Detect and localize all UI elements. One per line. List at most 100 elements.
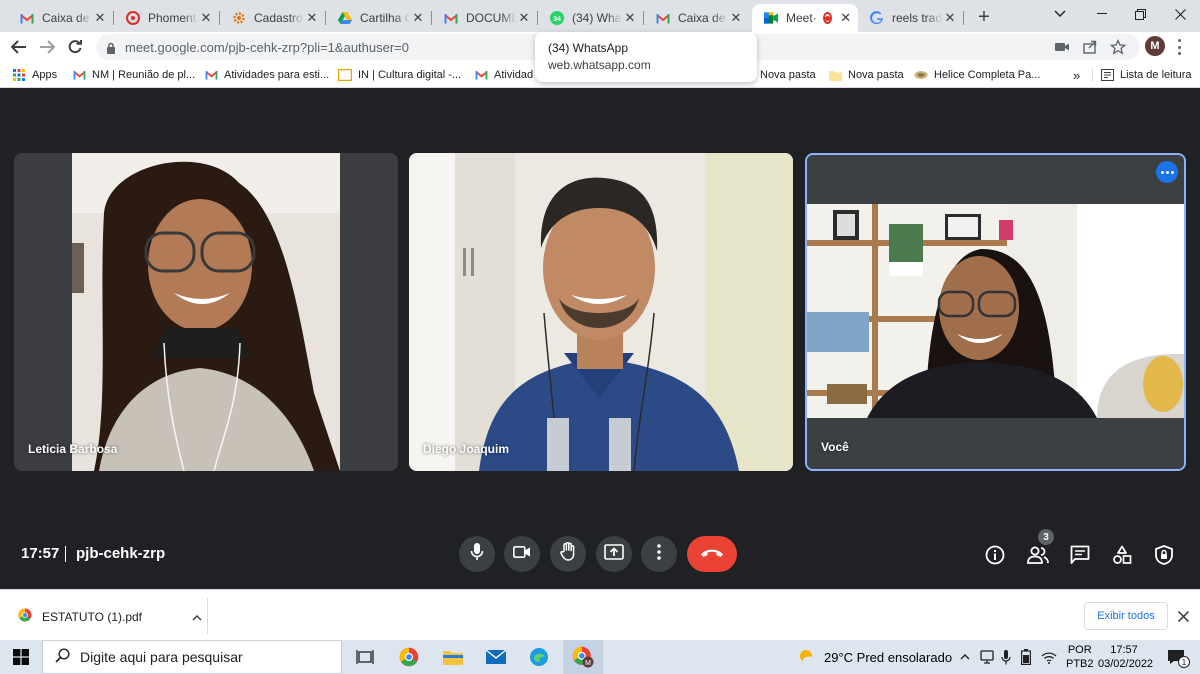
participant-tile-2[interactable]: Diego Joaquim — [409, 153, 793, 471]
close-tab-icon[interactable]: ✕ — [198, 10, 214, 26]
chat-icon[interactable] — [1068, 543, 1092, 567]
camera-in-use-icon[interactable] — [1054, 39, 1070, 55]
more-options-button[interactable] — [641, 536, 677, 572]
bookmark-label: Helice Completa Pa... — [934, 69, 1041, 81]
browser-tab-4[interactable]: Cartilha OI ✕ — [326, 4, 432, 32]
tab-title: Cadastro d — [254, 11, 304, 25]
file-explorer-icon[interactable] — [442, 646, 464, 668]
reload-icon[interactable] — [63, 35, 87, 59]
raise-hand-button[interactable] — [550, 536, 586, 572]
tooltip-domain: web.whatsapp.com — [548, 58, 651, 72]
close-tab-icon[interactable]: ✕ — [728, 10, 744, 26]
taskbar-search-box[interactable]: Digite aqui para pesquisar — [42, 640, 342, 674]
close-download-bar-icon[interactable] — [1177, 609, 1190, 627]
bookmark-apps[interactable]: Apps — [12, 67, 57, 83]
browser-tab-8-active[interactable]: Meet· ✕ — [752, 4, 858, 32]
browser-tab-1[interactable]: Caixa de e ✕ — [8, 4, 114, 32]
meeting-details-icon[interactable] — [983, 543, 1007, 567]
phomenta-icon — [126, 11, 140, 25]
helice-icon — [914, 68, 928, 82]
show-hidden-icons-chevron[interactable] — [958, 646, 972, 668]
browser-tab-2[interactable]: Phomenta ✕ — [114, 4, 220, 32]
bookmark-nova-pasta-1[interactable]: Nova pasta — [760, 67, 816, 83]
share-icon[interactable] — [1082, 39, 1098, 55]
chrome-taskbar-icon[interactable] — [398, 646, 420, 668]
bookmark-star-icon[interactable] — [1109, 38, 1127, 55]
restore-icon[interactable] — [1120, 0, 1160, 28]
windows-start-icon[interactable] — [10, 646, 32, 668]
end-call-button[interactable] — [687, 536, 737, 572]
back-arrow-icon[interactable] — [7, 35, 31, 59]
bookmark-atividad[interactable]: Atividad — [474, 67, 533, 83]
close-tab-icon[interactable]: ✕ — [92, 10, 108, 26]
forward-arrow-icon[interactable] — [35, 35, 59, 59]
browser-tab-3[interactable]: Cadastro d ✕ — [220, 4, 326, 32]
bookmark-nova-pasta-2[interactable]: Nova pasta — [828, 67, 904, 83]
wifi-icon[interactable] — [1040, 646, 1058, 668]
people-icon[interactable] — [1026, 543, 1050, 567]
download-item[interactable]: ESTATUTO (1).pdf — [18, 608, 202, 625]
battery-icon[interactable] — [1018, 646, 1034, 668]
tab-title: Meet· — [786, 11, 817, 25]
meet-stage: Leticia Barbosa Diego Joaquim Você 17:57… — [0, 89, 1200, 589]
reading-list[interactable]: Lista de leitura — [1100, 67, 1192, 83]
participant-count-badge: 3 — [1038, 529, 1054, 545]
close-tab-icon[interactable]: ✕ — [942, 10, 958, 26]
mail-icon[interactable] — [485, 646, 507, 668]
recording-dot-icon — [822, 12, 832, 24]
taskbar-clock[interactable]: 17:57 03/02/2022 — [1098, 643, 1153, 671]
minimize-icon[interactable] — [1082, 0, 1122, 28]
tab-title: Phomenta — [148, 11, 198, 25]
participant-tile-1[interactable]: Leticia Barbosa — [14, 153, 398, 471]
notification-center-icon[interactable]: 1 — [1162, 646, 1190, 668]
participant-tile-self[interactable]: Você — [805, 153, 1186, 471]
bookmarks-overflow-chevron[interactable]: » — [1073, 67, 1080, 83]
language-indicator[interactable]: POR PTB2 — [1066, 643, 1094, 671]
tab-hover-tooltip: (34) WhatsApp web.whatsapp.com — [535, 32, 757, 82]
tab-search-chevron-icon[interactable] — [1040, 0, 1080, 28]
chevron-up-icon[interactable] — [192, 610, 202, 624]
tab-title: Caixa de e — [678, 11, 728, 25]
show-all-button[interactable]: Exibir todos — [1084, 602, 1168, 630]
close-window-icon[interactable] — [1160, 0, 1200, 28]
tooltip-title: (34) WhatsApp — [548, 41, 629, 55]
onedrive-tray-icon[interactable] — [979, 646, 995, 668]
activities-icon[interactable] — [1110, 543, 1134, 567]
task-view-icon[interactable] — [354, 646, 376, 668]
lock-icon[interactable] — [106, 41, 116, 59]
close-tab-icon[interactable]: ✕ — [622, 10, 638, 26]
new-tab-plus-icon[interactable]: + — [972, 5, 996, 29]
close-tab-icon[interactable]: ✕ — [838, 10, 854, 26]
chrome-profile-taskbar-icon[interactable]: M — [572, 646, 594, 668]
bookmark-nm-reuniao[interactable]: NM | Reunião de pl... — [72, 67, 195, 83]
bookmark-label: Atividades para esti... — [224, 69, 330, 81]
more-options-button[interactable] — [1156, 161, 1178, 183]
tab-title: DOCUMEN — [466, 11, 516, 25]
bookmark-cultura-digital[interactable]: IN | Cultura digital -... — [338, 67, 461, 83]
bookmark-icon — [338, 68, 352, 82]
browser-tab-7[interactable]: Caixa de e ✕ — [644, 4, 750, 32]
download-bar: ESTATUTO (1).pdf Exibir todos — [0, 589, 1200, 640]
language-code: POR — [1067, 644, 1092, 656]
present-screen-button[interactable] — [596, 536, 632, 572]
microphone-icon — [470, 542, 484, 566]
apps-grid-icon — [12, 68, 26, 82]
browser-tab-5[interactable]: DOCUMEN ✕ — [432, 4, 538, 32]
microphone-tray-icon[interactable] — [998, 646, 1014, 668]
weather-widget[interactable]: 29°C Pred ensolarado — [798, 640, 952, 674]
end-call-icon — [700, 545, 724, 563]
browser-tab-6[interactable]: 34 (34) Whats ✕ — [538, 4, 644, 32]
edge-icon[interactable] — [528, 646, 550, 668]
close-tab-icon[interactable]: ✕ — [410, 10, 426, 26]
raise-hand-icon — [560, 541, 576, 566]
bookmark-helice[interactable]: Helice Completa Pa... — [914, 67, 1040, 83]
profile-avatar[interactable]: M — [1145, 36, 1165, 56]
microphone-button[interactable] — [459, 536, 495, 572]
close-tab-icon[interactable]: ✕ — [304, 10, 320, 26]
host-controls-shield-icon[interactable] — [1152, 543, 1176, 567]
camera-button[interactable] — [504, 536, 540, 572]
close-tab-icon[interactable]: ✕ — [516, 10, 532, 26]
bookmark-atividades[interactable]: Atividades para esti... — [204, 67, 329, 83]
browser-tab-9[interactable]: reels tradu ✕ — [858, 4, 964, 32]
chrome-menu-icon[interactable] — [1175, 39, 1183, 55]
